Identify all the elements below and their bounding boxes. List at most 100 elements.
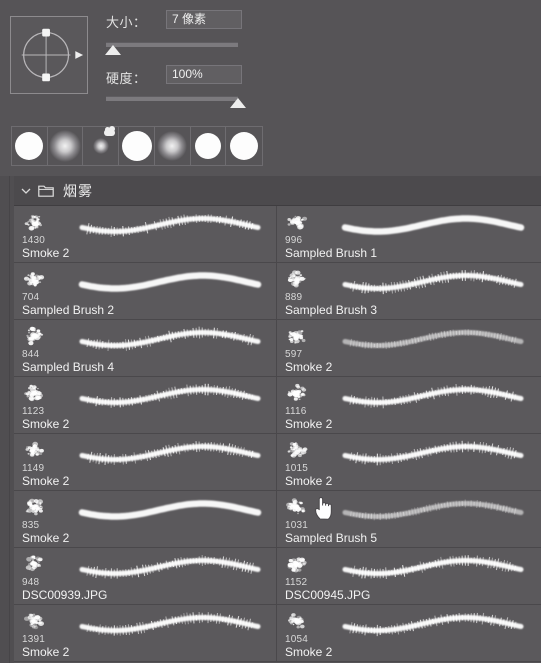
brush-name: Sampled Brush 1 — [285, 246, 378, 260]
size-input[interactable]: 7 像素 — [166, 10, 242, 29]
brush-preset-hard-round-2[interactable] — [191, 127, 227, 165]
brush-item[interactable]: 1054 Smoke 2 — [277, 605, 541, 662]
brush-stroke-preview — [76, 607, 272, 641]
brush-tip-shape-icon — [21, 28, 84, 82]
brush-preset-soft-round-2[interactable] — [155, 127, 191, 165]
brush-row: 948 DSC00939.JPG 1152 DSC00945.JPG — [14, 548, 541, 605]
brush-size-number: 1149 — [22, 463, 45, 474]
brush-preset-soft-round[interactable] — [48, 127, 84, 165]
brush-row: 1149 Smoke 2 1015 Smoke 2 — [14, 434, 541, 491]
brush-name: Smoke 2 — [22, 531, 70, 545]
brush-item[interactable]: 1391 Smoke 2 — [14, 605, 277, 662]
brush-name: Smoke 2 — [285, 645, 333, 659]
brush-preset-hard-round-3[interactable] — [226, 127, 262, 165]
brush-size-number: 1391 — [22, 634, 46, 645]
brush-name: Smoke 2 — [22, 474, 70, 488]
brush-item[interactable]: 1015 Smoke 2 — [277, 434, 541, 491]
brush-name: Sampled Brush 4 — [22, 360, 115, 374]
brush-size-number: 1430 — [22, 235, 46, 246]
brush-name: Smoke 2 — [22, 645, 70, 659]
brush-preset-thumbnail — [157, 131, 188, 161]
brush-size-number: 1054 — [285, 634, 309, 645]
brush-item[interactable]: 1149 Smoke 2 — [14, 434, 277, 491]
brush-stroke-preview — [76, 493, 272, 527]
brush-name: DSC00945.JPG — [285, 588, 371, 602]
brush-preset-thumbnail — [194, 133, 221, 159]
brush-name: Sampled Brush 3 — [285, 303, 378, 317]
hardness-slider-track[interactable] — [106, 96, 238, 101]
brush-stroke-preview — [76, 379, 272, 413]
brush-group-title: 烟雾 — [63, 182, 93, 199]
brush-item[interactable]: 1152 DSC00945.JPG — [277, 548, 541, 605]
brush-thumbnail-icon — [22, 608, 56, 634]
brush-row: 704 Sampled Brush 2 889 Sampled Brush 3 — [14, 263, 541, 320]
brush-preset-thumbnail — [92, 138, 109, 154]
brush-size-number: 996 — [285, 235, 303, 246]
brush-item[interactable]: 835 Smoke 2 — [14, 491, 277, 548]
brush-stroke-preview — [339, 436, 535, 470]
brush-item[interactable]: 996 Sampled Brush 1 — [277, 206, 541, 263]
hardness-slider-thumb[interactable] — [230, 98, 246, 108]
brush-name: Smoke 2 — [285, 417, 333, 431]
brush-item[interactable]: 948 DSC00939.JPG — [14, 548, 277, 605]
brush-preset-strip[interactable] — [11, 126, 263, 166]
brush-size-number: 1116 — [285, 406, 307, 417]
brush-group-header[interactable]: 烟雾 — [14, 176, 541, 206]
brush-item[interactable]: 1031 Sampled Brush 5 — [277, 491, 541, 548]
brush-thumbnail-icon — [22, 209, 56, 235]
brush-thumbnail-icon — [22, 323, 56, 349]
brush-settings-panel: 大小： 7 像素 硬度： 100% 烟雾 1430 Smoke 2 996 Sampl… — [0, 0, 541, 663]
brush-size-number: 844 — [22, 349, 40, 360]
brush-item[interactable]: 1116 Smoke 2 — [277, 377, 541, 434]
group-indent-gutter — [0, 176, 14, 663]
brush-name: Smoke 2 — [22, 246, 70, 260]
brush-name: Smoke 2 — [285, 360, 333, 374]
brush-thumbnail-icon — [285, 266, 319, 292]
hardness-label: 硬度： — [106, 71, 147, 86]
brush-preset-small-soft-round[interactable] — [83, 126, 120, 165]
folder-icon — [38, 185, 54, 197]
brush-thumbnail-icon — [285, 323, 319, 349]
brush-item[interactable]: 704 Sampled Brush 2 — [14, 263, 277, 320]
brush-thumbnail-icon — [22, 380, 56, 406]
brush-row: 1123 Smoke 2 1116 Smoke 2 — [14, 377, 541, 434]
brush-controls-area: 大小： 7 像素 硬度： 100% — [0, 0, 541, 118]
brush-row: 835 Smoke 2 1031 Sampled Brush 5 — [14, 491, 541, 548]
brush-item[interactable]: 844 Sampled Brush 4 — [14, 320, 277, 377]
brush-size-number: 1015 — [285, 463, 309, 474]
brush-thumbnail-icon — [22, 494, 56, 520]
brush-stroke-preview — [339, 265, 535, 299]
brush-stroke-preview — [76, 265, 272, 299]
brush-item[interactable]: 1430 Smoke 2 — [14, 206, 277, 263]
group-indent-line — [9, 176, 10, 663]
brush-stroke-preview — [339, 379, 535, 413]
brush-size-number: 597 — [285, 349, 303, 360]
size-slider-thumb[interactable] — [104, 45, 121, 55]
brush-item[interactable]: 597 Smoke 2 — [277, 320, 541, 377]
hardness-input[interactable]: 100% — [166, 65, 242, 84]
brush-row: 844 Sampled Brush 4 597 Smoke 2 — [14, 320, 541, 377]
brush-preset-hard-round-large[interactable] — [119, 127, 155, 165]
brush-list[interactable]: 1430 Smoke 2 996 Sampled Brush 1 704 Sampled … — [14, 206, 541, 663]
brush-preset-thumbnail — [49, 130, 82, 162]
brush-preset-hard-round[interactable] — [12, 127, 48, 165]
brush-size-number: 704 — [22, 292, 40, 303]
brush-size-number: 1152 — [285, 577, 308, 588]
brush-name: Smoke 2 — [22, 417, 70, 431]
brush-stroke-preview — [76, 322, 272, 356]
brush-size-number: 1031 — [285, 520, 309, 531]
chevron-down-icon[interactable] — [20, 185, 32, 197]
brush-stroke-preview — [339, 550, 535, 584]
brush-item[interactable]: 1123 Smoke 2 — [14, 377, 277, 434]
brush-name: Sampled Brush 2 — [22, 303, 115, 317]
brush-tip-shape-preview[interactable] — [10, 16, 88, 94]
brush-item[interactable]: 889 Sampled Brush 3 — [277, 263, 541, 320]
brush-thumbnail-icon — [285, 608, 319, 634]
brush-name: DSC00939.JPG — [22, 588, 108, 602]
brush-thumbnail-icon — [22, 437, 56, 463]
size-label: 大小： — [106, 15, 147, 30]
brush-preset-thumbnail — [121, 131, 152, 161]
brush-thumbnail-icon — [285, 209, 319, 235]
brush-stroke-preview — [76, 550, 272, 584]
size-slider-track[interactable] — [106, 42, 238, 47]
